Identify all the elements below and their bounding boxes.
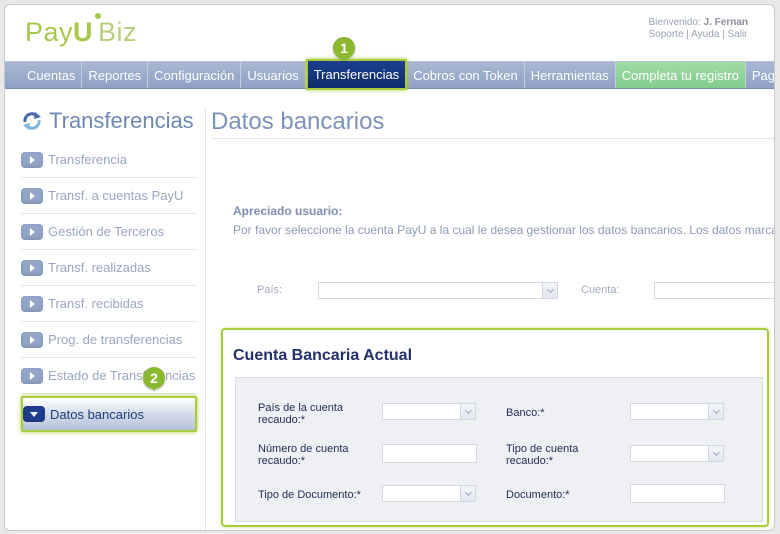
chevron-down-icon [460,404,475,419]
sidebar-item-transf-cuentas-payu[interactable]: Transf. a cuentas PayU [21,178,197,214]
marker-tip [150,385,158,391]
sidebar-item-label: Gestión de Terceros [48,224,165,239]
chevron-down-icon [708,404,723,419]
sidebar-item-label: Estado de Transferencias [48,368,196,383]
logo-text-u: U [73,17,94,47]
sidebar-item-label: Transf. realizadas [48,260,151,275]
account-label: Cuenta: [581,284,620,296]
play-icon [21,367,43,384]
nav-configuracion[interactable]: Configuración [148,62,242,88]
play-icon [21,223,43,240]
chevron-down-icon [542,283,557,298]
sidebar-item-label: Datos bancarios [50,406,144,422]
account-type-select[interactable] [630,445,724,462]
greeting-heading: Apreciado usuario: [233,204,343,218]
main-nav: Cuentas Reportes Configuración Usuarios … [5,59,774,90]
nav-herramientas[interactable]: Herramientas [525,62,616,88]
document-input[interactable] [630,484,725,503]
divider [205,108,206,530]
play-icon [21,151,43,168]
transfer-icon [23,112,41,130]
document-type-label: Tipo de Documento:* [258,489,361,501]
play-icon [21,331,43,348]
separator: | [686,29,689,40]
sidebar-item-gestion-terceros[interactable]: Gestión de Terceros [21,214,197,250]
marker-tip [340,55,348,61]
sidebar-title: Transferencias [21,108,194,134]
nav-pagos[interactable]: Pagos R [746,62,774,88]
sidebar-item-label: Transf. a cuentas PayU [48,188,184,203]
nav-completa-registro[interactable]: Completa tu registro [615,62,746,88]
page-title: Datos bancarios [211,108,385,135]
support-link[interactable]: Soporte [648,29,683,40]
bank-select[interactable] [630,403,724,420]
user-name: J. Fernan [703,17,748,28]
account-country-select[interactable] [382,403,476,420]
chevron-down-icon [23,406,45,422]
document-type-select[interactable] [382,485,476,502]
greeting-label: Bienvenido: [648,17,701,28]
payu-biz-logo[interactable]: PayU Biz [25,17,137,48]
play-icon [21,295,43,312]
nav-transferencias[interactable]: Transferencias [305,59,408,90]
account-type-label: Tipo de cuenta recaudo:* [506,443,579,467]
country-label: País: [257,284,283,296]
help-link[interactable]: Ayuda [691,29,719,40]
sidebar-item-transf-realizadas[interactable]: Transf. realizadas [21,250,197,286]
chevron-down-icon [460,486,475,501]
document-label: Documento:* [506,489,570,501]
sidebar-item-estado-transferencias[interactable]: Estado de Transferencias [21,358,197,394]
logo-text-pay: Pay [25,17,74,47]
logout-link[interactable]: Salir [728,29,748,40]
logo-text-biz: Biz [98,17,138,47]
nav-reportes[interactable]: Reportes [82,62,149,88]
sidebar-item-label: Prog. de transferencias [48,332,183,347]
bank-label: Banco:* [506,407,545,419]
user-box: Bienvenido: J. Fernan Soporte | Ayuda | … [648,17,748,41]
app-window: PayU Biz Bienvenido: J. Fernan Soporte | … [4,4,775,531]
sidebar-title-text: Transferencias [49,108,194,133]
step-marker-2: 2 [143,367,165,391]
nav-cuentas[interactable]: Cuentas [5,62,83,88]
account-select[interactable] [654,282,774,299]
step-marker-1: 1 [333,37,355,61]
account-country-label: País de la cuenta recaudo:* [258,402,344,426]
sidebar-menu: Transferencia Transf. a cuentas PayU Ges… [21,142,197,432]
section-title: Cuenta Bancaria Actual [233,347,413,364]
chevron-down-icon [708,446,723,461]
sidebar-item-transf-recibidas[interactable]: Transf. recibidas [21,286,197,322]
sidebar-item-label: Transferencia [48,152,127,167]
country-select[interactable] [318,282,558,299]
play-icon [21,259,43,276]
sidebar-item-prog-transferencias[interactable]: Prog. de transferencias [21,322,197,358]
separator: | [722,29,725,40]
play-icon [21,187,43,204]
account-number-input[interactable] [382,444,477,463]
logo-dot-icon [95,13,101,19]
sidebar-item-datos-bancarios[interactable]: Datos bancarios [21,396,197,432]
sidebar-item-transferencia[interactable]: Transferencia [21,142,197,178]
nav-cobros-token[interactable]: Cobros con Token [407,62,525,88]
divider [211,138,774,139]
sidebar-item-label: Transf. recibidas [48,296,144,311]
nav-usuarios[interactable]: Usuarios [241,62,306,88]
instructions-text: Por favor seleccione la cuenta PayU a la… [233,223,775,237]
account-number-label: Número de cuenta recaudo:* [258,443,349,467]
